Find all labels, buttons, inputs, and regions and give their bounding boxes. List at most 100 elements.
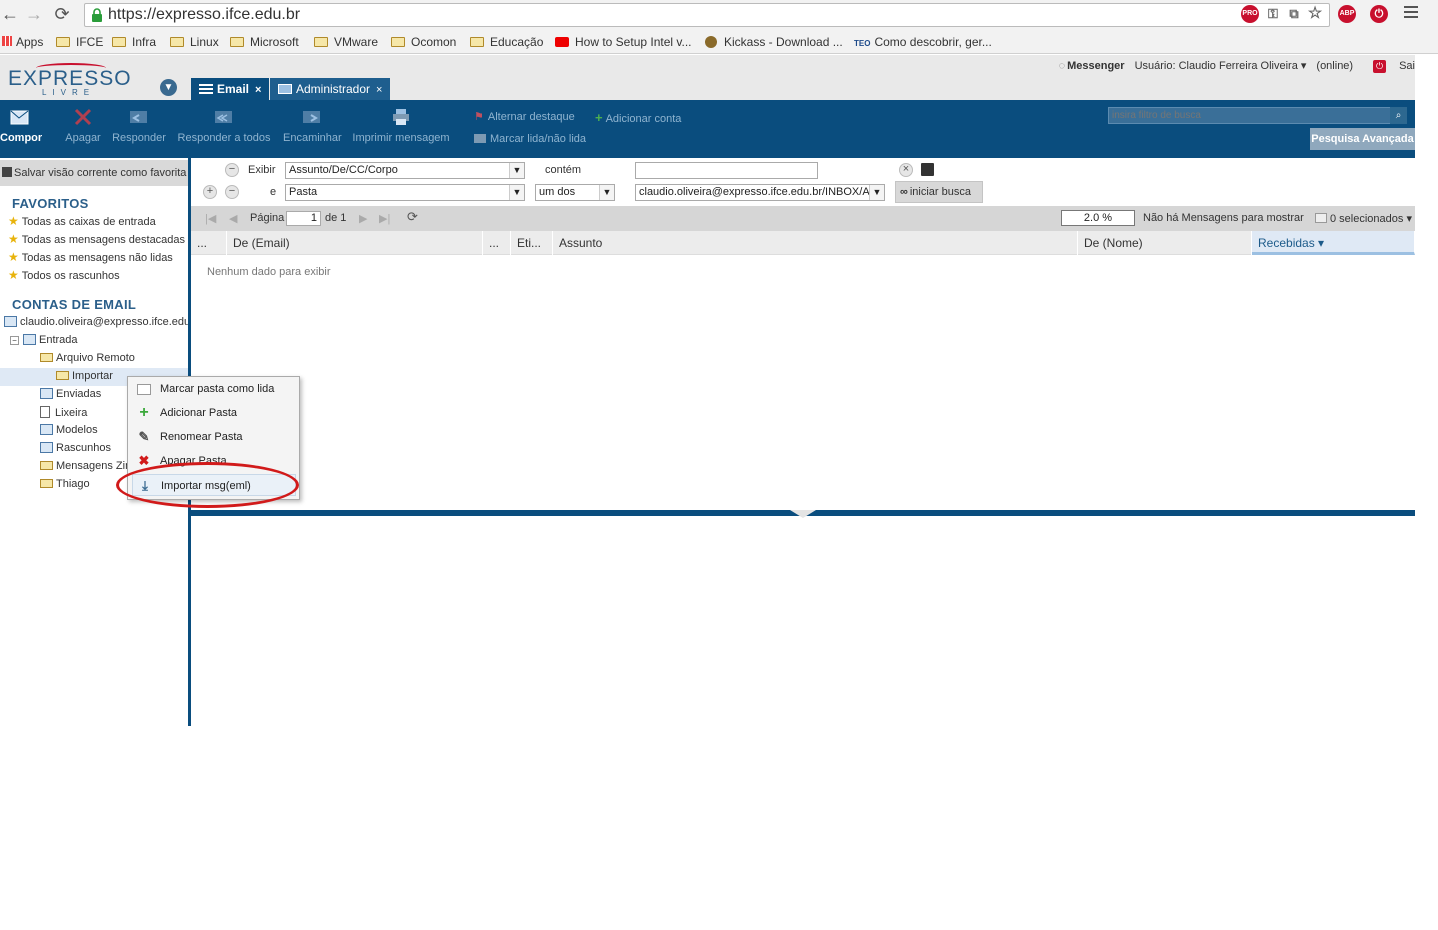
translate-icon[interactable]: ⧉ bbox=[1285, 5, 1303, 23]
reply-icon bbox=[130, 111, 147, 123]
site-icon: TEO bbox=[854, 39, 871, 48]
column-received[interactable]: Recebidas ▾ bbox=[1252, 231, 1415, 255]
chevron-down-icon: ▼ bbox=[509, 185, 524, 200]
key-icon[interactable]: ⚿ bbox=[1264, 5, 1282, 23]
bookmark-ocomon[interactable]: Ocomon bbox=[391, 34, 456, 50]
empty-grid-message: Nenhum dado para exibir bbox=[207, 266, 331, 278]
save-filter-icon[interactable] bbox=[921, 163, 934, 176]
save-view-button[interactable]: Salvar visão corrente como favorita bbox=[0, 160, 188, 186]
forward-button[interactable]: Encaminhar bbox=[283, 108, 342, 144]
add-filter-icon[interactable]: + bbox=[203, 185, 217, 199]
bookmark-microsoft[interactable]: Microsoft bbox=[230, 34, 299, 50]
menu-mark-folder-read[interactable]: Marcar pasta como lida bbox=[132, 378, 296, 400]
column-flags[interactable]: ... bbox=[191, 231, 227, 255]
column-from-email[interactable]: De (Email) bbox=[227, 231, 483, 255]
folder-icon bbox=[40, 479, 53, 488]
power-icon[interactable]: ⏻ bbox=[1370, 5, 1388, 23]
filter-value-input[interactable] bbox=[635, 162, 818, 179]
toggle-flag-button[interactable]: ⚑ Alternar destaque bbox=[474, 110, 575, 123]
compose-button[interactable]: Compor bbox=[0, 108, 42, 144]
add-account-button[interactable]: + Adicionar conta bbox=[595, 110, 681, 125]
folder-inbox[interactable]: − Entrada bbox=[10, 334, 78, 346]
bookmark-como-descobrir[interactable]: TEO Como descobrir, ger... bbox=[854, 34, 992, 50]
zoom-input[interactable]: 2.0 % bbox=[1061, 210, 1135, 226]
star-icon: ★ bbox=[8, 232, 19, 246]
menu-add-folder[interactable]: + Adicionar Pasta bbox=[132, 402, 296, 424]
start-search-button[interactable]: ∞ iniciar busca bbox=[895, 181, 983, 203]
account-node[interactable]: claudio.oliveira@expresso.ifce.edu.br bbox=[4, 316, 188, 328]
remove-filter-icon[interactable]: − bbox=[225, 163, 239, 177]
favorite-drafts[interactable]: ★ Todos os rascunhos bbox=[8, 268, 120, 282]
clear-filter-icon[interactable]: × bbox=[899, 163, 913, 177]
forward-icon[interactable]: → bbox=[24, 4, 44, 24]
advanced-search-button[interactable]: Pesquisa Avançada bbox=[1310, 128, 1415, 150]
bookmark-infra[interactable]: Infra bbox=[112, 34, 156, 50]
envelope-icon bbox=[137, 384, 151, 395]
mark-read-button[interactable]: Marcar lida/não lida bbox=[474, 133, 586, 145]
reply-button[interactable]: Responder bbox=[111, 108, 167, 144]
exit-link[interactable]: ⏻ Sai bbox=[1363, 60, 1415, 73]
chevron-down-icon: ▼ bbox=[599, 185, 614, 200]
filter-field-select[interactable]: Assunto/De/CC/Corpo ▼ bbox=[285, 162, 525, 179]
close-icon[interactable]: × bbox=[255, 84, 261, 96]
favorite-unread[interactable]: ★ Todas as mensagens não lidas bbox=[8, 250, 173, 264]
next-page-icon[interactable]: ▶ bbox=[359, 212, 367, 225]
bookmark-intel[interactable]: How to Setup Intel v... bbox=[555, 34, 692, 50]
bookmark-vmware[interactable]: VMware bbox=[314, 34, 378, 50]
page-number-input[interactable]: 1 bbox=[286, 211, 321, 226]
inbox-icon bbox=[23, 334, 36, 345]
chat-bubble-icon: ◌ bbox=[1058, 60, 1066, 72]
bookmark-apps[interactable]: Apps bbox=[2, 34, 43, 50]
messenger-link[interactable]: Messenger bbox=[1067, 60, 1124, 72]
column-attachment[interactable]: ... bbox=[483, 231, 511, 255]
tab-email[interactable]: Email × bbox=[191, 78, 270, 100]
reply-all-icon bbox=[215, 111, 232, 123]
collapse-icon[interactable]: − bbox=[10, 336, 19, 345]
favorite-all-inboxes[interactable]: ★ Todas as caixas de entrada bbox=[8, 214, 156, 228]
adblock-icon[interactable]: ABP bbox=[1338, 5, 1356, 23]
last-page-icon[interactable]: ▶| bbox=[379, 212, 390, 225]
column-subject[interactable]: Assunto bbox=[553, 231, 1078, 255]
back-icon[interactable]: ← bbox=[0, 4, 20, 24]
column-tags[interactable]: Eti... bbox=[511, 231, 553, 255]
bookmark-linux[interactable]: Linux bbox=[170, 34, 219, 50]
refresh-icon[interactable]: ⟳ bbox=[407, 209, 418, 225]
reply-all-button[interactable]: Responder a todos bbox=[177, 108, 271, 144]
folder-arquivo-remoto[interactable]: Arquivo Remoto bbox=[40, 352, 135, 364]
menu-rename-folder[interactable]: ✎ Renomear Pasta bbox=[132, 426, 296, 448]
browser-menu-icon[interactable] bbox=[1404, 6, 1418, 22]
checkbox-icon bbox=[1315, 213, 1327, 223]
user-menu[interactable]: Usuário: Claudio Ferreira Oliveira ▾ bbox=[1135, 60, 1307, 72]
pro-extension-icon[interactable]: PRO bbox=[1241, 5, 1259, 23]
selection-count[interactable]: 0 selecionados ▾ bbox=[1315, 212, 1412, 225]
folder-rascunhos[interactable]: Rascunhos bbox=[40, 442, 111, 454]
delete-button[interactable]: Apagar bbox=[64, 108, 102, 144]
folder-lixeira[interactable]: Lixeira bbox=[40, 406, 87, 419]
bookmark-educacao[interactable]: Educação bbox=[470, 34, 543, 50]
prev-page-icon[interactable]: ◀ bbox=[229, 212, 237, 225]
search-filter-panel: − Exibir Assunto/De/CC/Corpo ▼ contém × +… bbox=[191, 158, 1415, 206]
reload-icon[interactable]: ⟳ bbox=[52, 4, 72, 24]
tab-administrador[interactable]: Administrador × bbox=[270, 78, 391, 100]
folder-thiago[interactable]: Thiago bbox=[40, 478, 90, 490]
star-bookmark-icon[interactable]: ☆ bbox=[1306, 5, 1324, 23]
column-from-name[interactable]: De (Nome) bbox=[1078, 231, 1252, 255]
close-icon[interactable]: × bbox=[376, 84, 382, 96]
search-icon[interactable]: ⌕ bbox=[1390, 107, 1407, 124]
folder-enviadas[interactable]: Enviadas bbox=[40, 388, 101, 400]
filter-folder-select[interactable]: claudio.oliveira@expresso.ifce.edu.br/IN… bbox=[635, 184, 885, 201]
first-page-icon[interactable]: |◀ bbox=[205, 212, 216, 225]
print-button[interactable]: Imprimir mensagem bbox=[352, 108, 450, 144]
bookmark-ifce[interactable]: IFCE bbox=[56, 34, 103, 50]
chevron-down-icon[interactable]: ▼ bbox=[160, 79, 177, 96]
bookmark-kickass[interactable]: Kickass - Download ... bbox=[705, 34, 843, 50]
url-field[interactable]: https://expresso.ifce.edu.br bbox=[84, 3, 1330, 27]
folder-icon bbox=[170, 37, 184, 47]
folder-modelos[interactable]: Modelos bbox=[40, 424, 98, 436]
favorite-flagged[interactable]: ★ Todas as mensagens destacadas bbox=[8, 232, 185, 246]
remove-filter-icon[interactable]: − bbox=[225, 185, 239, 199]
filter-field-select-2[interactable]: Pasta ▼ bbox=[285, 184, 525, 201]
lock-icon bbox=[92, 8, 102, 22]
search-input[interactable] bbox=[1108, 107, 1406, 124]
filter-operator-select[interactable]: um dos ▼ bbox=[535, 184, 615, 201]
